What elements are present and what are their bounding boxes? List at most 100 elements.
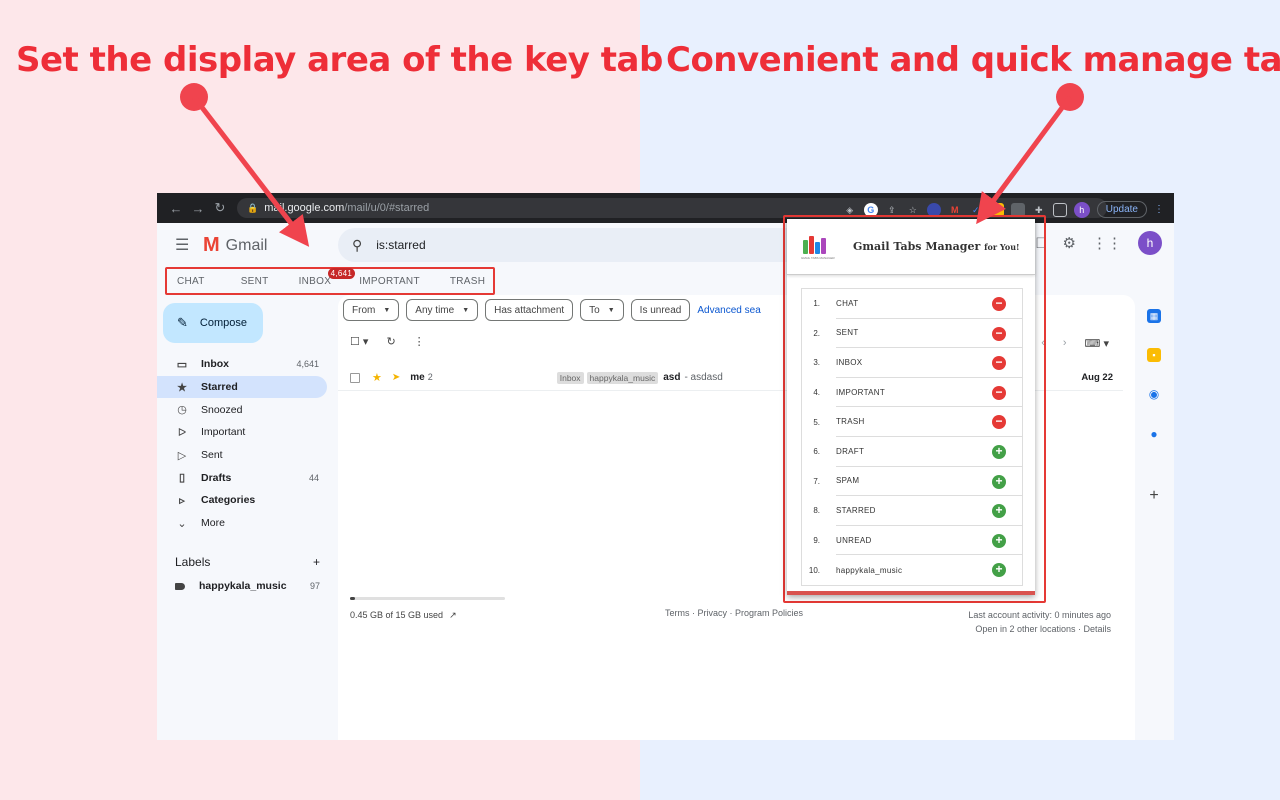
chip-label: To xyxy=(589,304,600,316)
add-tab-icon[interactable]: + xyxy=(992,474,1006,489)
popup-title-suffix: for You! xyxy=(984,242,1020,252)
storage-meter: 0.45 GB of 15 GB used ↗ xyxy=(350,597,505,621)
more-vert-icon[interactable]: ⋮ xyxy=(414,335,425,348)
account-avatar[interactable]: h xyxy=(1138,231,1162,255)
sidebar-item-snoozed[interactable]: ◷ Snoozed xyxy=(157,398,327,421)
sidebar-item-important[interactable]: ᐅ Important xyxy=(157,421,327,444)
tasks-icon[interactable]: ◉ xyxy=(1147,387,1161,401)
select-all-checkbox[interactable]: ☐ ▾ xyxy=(350,335,368,348)
sidebar-item-categories[interactable]: ▹ Categories xyxy=(157,489,327,512)
tab-number: 6. xyxy=(813,447,820,457)
label-item[interactable]: happykala_music 97 xyxy=(175,580,320,592)
menu-icon[interactable]: ☰ xyxy=(175,235,189,255)
open-external-icon[interactable]: ↗ xyxy=(449,610,457,620)
popup-header: GMAIL TABS MANAGER Gmail Tabs Manager fo… xyxy=(787,219,1035,275)
draft-icon: ▯ xyxy=(178,472,186,485)
key-tab-label: IMPORTANT xyxy=(359,275,420,287)
sidepanel-icon[interactable] xyxy=(1052,202,1067,217)
tab-number: 4. xyxy=(813,388,820,398)
list-item: 4. IMPORTANT − xyxy=(802,378,1022,408)
key-tab-label: SENT xyxy=(240,275,269,287)
advanced-search-link[interactable]: Advanced sea xyxy=(697,299,760,321)
lock-icon: 🔒 xyxy=(247,202,259,213)
list-item: 5. TRASH − xyxy=(802,407,1022,437)
chip-label: From xyxy=(352,304,376,316)
list-item: 3. INBOX − xyxy=(802,348,1022,378)
sidebar-item-label: Snoozed xyxy=(201,403,243,416)
compose-label: Compose xyxy=(199,317,247,329)
headline-right: Convenient and quick manage tab xyxy=(666,40,1280,80)
sidebar-item-count: 4,641 xyxy=(296,359,319,370)
filter-chip-any-time[interactable]: Any time ▼ xyxy=(406,299,479,321)
key-tab-chat[interactable]: CHAT xyxy=(167,276,215,287)
important-icon: ᐅ xyxy=(177,426,187,439)
keyboard-icon[interactable]: ⌨ ▾ xyxy=(1085,337,1109,350)
settings-gear-icon[interactable]: ⚙ xyxy=(1063,234,1076,252)
filter-chip-has-attachment[interactable]: Has attachment xyxy=(485,299,574,321)
compose-button[interactable]: ✎ Compose xyxy=(163,303,263,343)
gmail-logo[interactable]: M Gmail xyxy=(203,234,267,257)
star-icon: ★ xyxy=(177,381,187,394)
key-tab-sent[interactable]: SENT xyxy=(231,276,279,287)
remove-tab-icon[interactable]: − xyxy=(992,326,1006,341)
key-tab-trash[interactable]: TRASH xyxy=(440,276,495,287)
keep-icon[interactable]: ▪ xyxy=(1147,348,1161,362)
side-panel-rail: ▦ ▪ ◉ ● + xyxy=(1136,267,1174,740)
chip-label: Has attachment xyxy=(494,304,565,316)
sidebar-item-label: Starred xyxy=(201,381,238,394)
other-locations-link[interactable]: Open in 2 other locations · Details xyxy=(968,622,1111,636)
filter-chip-is-unread[interactable]: Is unread xyxy=(630,299,691,321)
list-item: 9. UNREAD + xyxy=(802,526,1022,556)
important-marker-icon[interactable]: ➤ xyxy=(392,372,400,383)
add-addon-icon[interactable]: + xyxy=(1147,488,1161,504)
tab-number: 5. xyxy=(813,417,820,427)
sidebar-item-starred[interactable]: ★ Starred xyxy=(157,375,327,399)
footer-links[interactable]: Terms · Privacy · Program Policies xyxy=(665,608,803,618)
calendar-icon[interactable]: ▦ xyxy=(1147,309,1161,323)
kebab-menu-icon[interactable]: ⋮ xyxy=(1154,204,1164,215)
mail-snippet: - asdasd xyxy=(684,372,723,383)
reload-icon[interactable]: ↻ xyxy=(209,200,231,216)
filter-chips: From ▼ Any time ▼ Has attachment To ▼ Is unread… xyxy=(343,299,761,321)
add-tab-icon[interactable]: + xyxy=(992,444,1006,459)
remove-tab-icon[interactable]: − xyxy=(992,297,1006,311)
back-icon[interactable]: ← xyxy=(165,201,187,216)
sidebar: ▭ Inbox 4,641 ★ Starred ◷ Snoozed ᐅ Important ▷ Se… xyxy=(157,353,327,535)
mail-subject: asd xyxy=(663,372,681,383)
chevron-down-icon: ▼ xyxy=(607,306,615,314)
sidebar-item-drafts[interactable]: ▯ Drafts 44 xyxy=(157,466,327,489)
mail-from: me 2 xyxy=(410,372,432,383)
url-host: mail.google.com xyxy=(264,202,345,214)
inbox-icon: ▭ xyxy=(176,358,188,371)
tab-number: 7. xyxy=(813,476,820,486)
labels-header: Labels + xyxy=(175,555,320,569)
sidebar-item-more[interactable]: ⌄ More xyxy=(157,512,327,535)
list-item: 2. SENT − xyxy=(802,319,1022,349)
remove-tab-icon[interactable]: − xyxy=(992,385,1006,400)
apps-grid-icon[interactable]: ⋮⋮ xyxy=(1092,234,1122,252)
refresh-icon[interactable]: ↻ xyxy=(386,335,395,348)
sidebar-item-label: Categories xyxy=(201,494,256,507)
add-tab-icon[interactable]: + xyxy=(992,533,1006,548)
key-tab-inbox[interactable]: INBOX 4,641 xyxy=(289,267,356,287)
star-icon[interactable]: ★ xyxy=(372,371,382,384)
filter-chip-from[interactable]: From ▼ xyxy=(343,299,400,321)
search-icon[interactable]: ⚲ xyxy=(352,237,362,254)
forward-icon[interactable]: → xyxy=(187,201,209,216)
next-page-icon[interactable]: › xyxy=(1063,337,1067,350)
sidebar-item-label: Sent xyxy=(201,449,223,462)
sidebar-item-sent[interactable]: ▷ Sent xyxy=(157,444,327,467)
label-name: happykala_music xyxy=(199,580,287,592)
chip-label: Any time xyxy=(415,304,455,316)
filter-chip-to[interactable]: To ▼ xyxy=(580,299,624,321)
contacts-icon[interactable]: ● xyxy=(1147,427,1161,441)
list-toolbar: ☐ ▾ ↻ ⋮ xyxy=(350,335,425,348)
mail-label: Inbox xyxy=(556,371,584,384)
row-checkbox[interactable] xyxy=(350,372,360,383)
update-button[interactable]: Update xyxy=(1096,201,1147,218)
add-label-icon[interactable]: + xyxy=(313,555,320,569)
key-tab-important[interactable]: IMPORTANT xyxy=(349,276,430,287)
profile-avatar[interactable]: h xyxy=(1073,201,1090,218)
sidebar-item-inbox[interactable]: ▭ Inbox 4,641 xyxy=(157,353,327,376)
search-input[interactable]: ⚲ is:starred xyxy=(338,228,808,262)
